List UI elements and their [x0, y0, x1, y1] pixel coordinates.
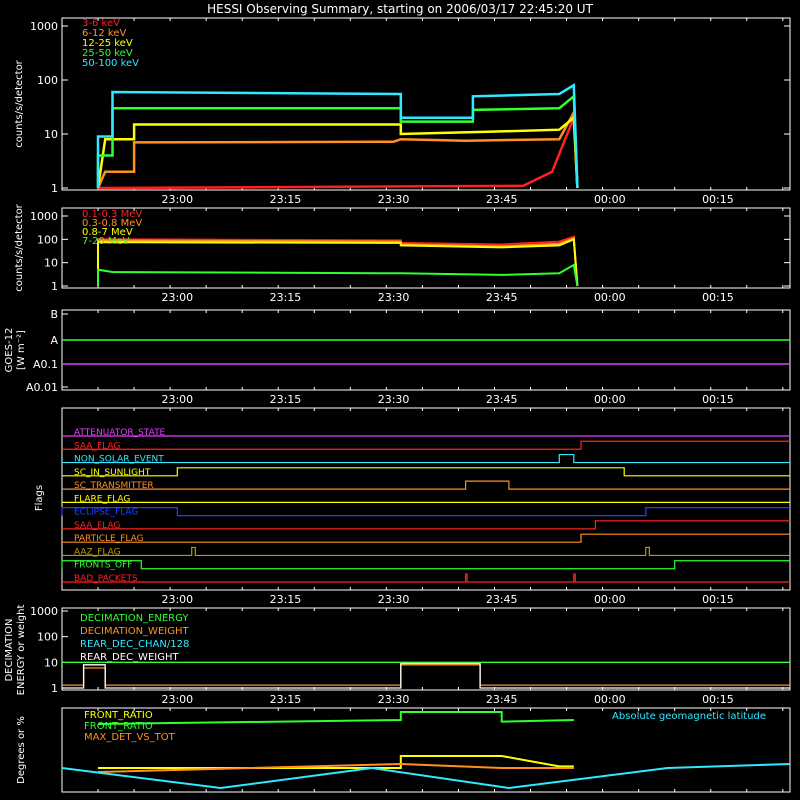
y-tick-label: 1	[51, 682, 58, 695]
flag-line	[62, 546, 790, 557]
x-tick-label: 00:15	[702, 593, 734, 606]
y-tick-label: 1000	[30, 210, 58, 223]
y-tick-label: A	[50, 334, 58, 347]
legend-entry: REAR_DEC_WEIGHT	[80, 652, 179, 663]
series-line-2	[97, 237, 579, 287]
x-tick-label: 23:45	[486, 291, 518, 304]
x-tick-label: 00:00	[594, 291, 626, 304]
x-tick-label: 00:15	[702, 193, 734, 206]
legend-entry: FRONT_RATIO	[84, 721, 153, 732]
x-tick-label: 00:00	[594, 693, 626, 706]
x-tick-label: 00:00	[594, 393, 626, 406]
x-tick-label: 23:00	[161, 393, 193, 406]
series-line-1	[97, 711, 574, 725]
y-tick-label: 10	[44, 128, 58, 141]
x-tick-label: 23:00	[161, 693, 193, 706]
hessi-summary-chart: HESSI Observing Summary, starting on 200…	[4, 2, 791, 793]
y-axis-label-units: [W m⁻²]	[16, 330, 27, 370]
flag-line	[62, 573, 790, 583]
series-line-4	[96, 83, 579, 189]
x-tick-label: 23:30	[378, 393, 410, 406]
x-tick-label: 00:00	[594, 593, 626, 606]
x-tick-label: 23:15	[270, 291, 302, 304]
x-tick-label: 23:45	[486, 393, 518, 406]
flag-line	[61, 560, 790, 570]
x-tick-label: 23:15	[270, 393, 302, 406]
y-axis-label: counts/s/detector	[14, 59, 25, 147]
chart-title: HESSI Observing Summary, starting on 200…	[207, 2, 593, 16]
x-tick-label: 23:45	[486, 193, 518, 206]
series-line-3	[62, 662, 790, 689]
y-tick-label: B	[50, 308, 58, 321]
x-tick-label: 23:30	[378, 193, 410, 206]
x-tick-label: 23:00	[161, 593, 193, 606]
flag-line	[62, 467, 790, 477]
y-axis-label: GOES-12	[4, 328, 15, 373]
flag-line	[61, 507, 790, 517]
series-line-1	[62, 664, 790, 686]
y-tick-label: 1000	[30, 20, 58, 33]
y-axis-label-2: ENERGY or weight	[16, 605, 27, 696]
y-tick-label: 100	[37, 631, 58, 644]
series-line-0	[97, 117, 579, 190]
x-tick-label: 23:15	[270, 593, 302, 606]
y-tick-label: 10	[44, 656, 58, 669]
x-tick-label: 23:45	[486, 593, 518, 606]
x-tick-label: 23:30	[378, 593, 410, 606]
x-tick-label: 00:15	[702, 693, 734, 706]
flag-line	[62, 453, 790, 464]
y-tick-label: 100	[37, 233, 58, 246]
flag-line	[62, 520, 790, 530]
legend-entry: FRONT_RATIO	[84, 710, 153, 721]
legend-entry: 7-20 MeV	[82, 236, 130, 247]
flag-label: FRONTS_OFF	[74, 561, 132, 571]
y-tick-label: 1000	[30, 605, 58, 618]
x-tick-label: 00:00	[594, 193, 626, 206]
x-tick-label: 00:15	[702, 393, 734, 406]
legend-entry: 50-100 keV	[82, 58, 139, 69]
y-tick-label: 1	[51, 182, 58, 195]
panel-frame-0	[61, 17, 791, 191]
flag-line	[62, 440, 790, 450]
y-tick-label: 100	[37, 74, 58, 87]
flag-label: ECLIPSE_FLAG	[74, 508, 138, 518]
y-tick-label: A0.1	[33, 358, 58, 371]
series-line-2	[96, 115, 579, 189]
x-tick-label: 00:15	[702, 291, 734, 304]
x-tick-label: 23:30	[378, 291, 410, 304]
x-tick-label: 23:00	[161, 291, 193, 304]
x-tick-label: 23:00	[161, 193, 193, 206]
legend-entry: MAX_DET_VS_TOT	[84, 732, 176, 743]
legend-entry: DECIMATION_ENERGY	[80, 613, 189, 624]
legend-entry: DECIMATION_WEIGHT	[80, 626, 189, 637]
y-axis-label: Flags	[34, 485, 45, 511]
y-tick-label: 10	[44, 257, 58, 270]
series-line-1	[97, 237, 579, 287]
x-tick-label: 23:30	[378, 693, 410, 706]
panel-frame-3	[61, 407, 791, 591]
y-tick-label: 1	[51, 280, 58, 293]
flag-line	[62, 533, 790, 543]
panel-frame-2	[61, 309, 791, 391]
y-tick-label: A0.01	[26, 381, 58, 394]
legend-entry: REAR_DEC_CHAN/128	[80, 639, 189, 650]
panel-frame-1	[61, 207, 791, 289]
x-tick-label: 23:45	[486, 693, 518, 706]
y-axis-label: counts/s/detector	[14, 203, 25, 291]
series-line-0	[97, 235, 579, 287]
chart-annotation: Absolute geomagnetic latitude	[612, 711, 766, 722]
flag-line	[62, 480, 790, 490]
x-tick-label: 23:15	[270, 693, 302, 706]
x-tick-label: 23:15	[270, 193, 302, 206]
y-axis-label: Degrees or %	[16, 716, 27, 784]
y-axis-label: DECIMATION	[4, 618, 15, 681]
series-line-3	[97, 263, 579, 287]
